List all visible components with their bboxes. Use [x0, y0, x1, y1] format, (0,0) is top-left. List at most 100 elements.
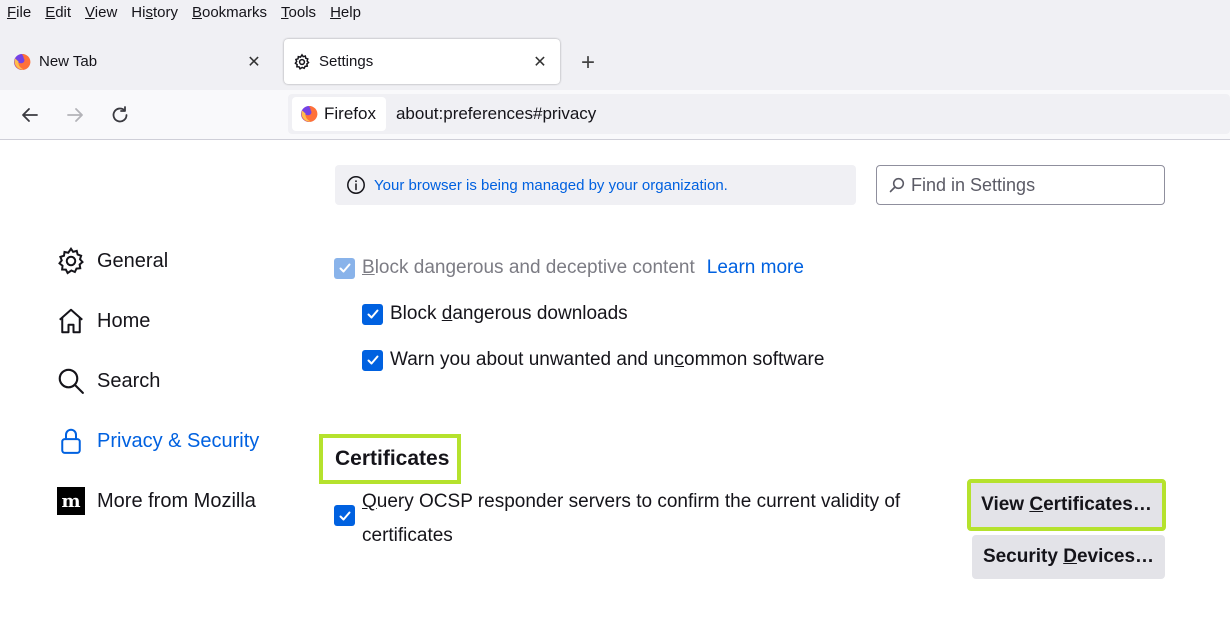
block-deceptive-checkbox[interactable] — [334, 257, 355, 279]
close-icon[interactable]: ✕ — [526, 48, 554, 76]
block-deceptive-key: B — [362, 257, 375, 278]
menu-help-post: elp — [340, 3, 361, 21]
menu-history-pre: Hi — [131, 3, 146, 21]
gear-icon — [293, 53, 311, 71]
warn-unwanted-pre: Warn you about unwanted and un — [390, 349, 675, 370]
block-downloads-row: Block dangerous downloads — [362, 299, 628, 329]
sidebar-item-search[interactable]: Search — [55, 361, 160, 401]
menu-view[interactable]: View — [85, 4, 117, 21]
tab-new-tab-label: New Tab — [39, 53, 98, 70]
back-button[interactable] — [15, 100, 45, 130]
block-downloads-key: d — [441, 303, 453, 324]
reload-button[interactable] — [105, 100, 135, 130]
mozilla-icon: m — [55, 485, 87, 517]
tab-strip: New Tab ✕ Settings ✕ + — [0, 24, 1230, 90]
url-bar[interactable]: Firefox about:preferences#privacy — [288, 94, 1230, 134]
menu-bookmarks[interactable]: Bookmarks — [192, 4, 267, 21]
sidebar-item-label: General — [97, 249, 169, 272]
sidebar-item-privacy-security[interactable]: Privacy & Security — [55, 421, 259, 461]
policy-text: Your browser is being managed by your or… — [374, 176, 728, 194]
sidebar-item-more-from-mozilla[interactable]: m More from Mozilla — [55, 481, 256, 521]
tab-new-tab[interactable]: New Tab ✕ — [4, 39, 274, 84]
identity-box[interactable]: Firefox — [292, 97, 386, 131]
view-certificates-post: ertificates… — [1043, 494, 1152, 515]
menu-edit[interactable]: Edit — [45, 4, 71, 21]
block-downloads-label: Block dangerous downloads — [390, 303, 628, 325]
security-devices-key: D — [1063, 546, 1077, 567]
security-devices-post: evices… — [1076, 546, 1155, 567]
arrow-right-icon — [65, 105, 85, 125]
block-deceptive-row: Block dangerous and deceptive content Le… — [334, 253, 804, 283]
close-icon[interactable]: ✕ — [240, 48, 268, 76]
certificates-heading-highlight: Certificates — [319, 434, 461, 484]
menu-tools[interactable]: Tools — [281, 4, 316, 21]
view-certificates-key: C — [1029, 494, 1044, 515]
menu-tools-post: ools — [288, 3, 317, 21]
menu-file[interactable]: File — [7, 4, 31, 21]
new-tab-button[interactable]: + — [574, 49, 602, 77]
home-icon — [55, 305, 87, 337]
menu-view-post: iew — [94, 3, 118, 21]
menu-bookmarks-key: B — [191, 3, 202, 21]
warn-unwanted-post: ommon software — [684, 349, 825, 370]
search-placeholder: Find in Settings — [911, 174, 1036, 195]
warn-unwanted-row: Warn you about unwanted and uncommon sof… — [362, 345, 824, 375]
identity-label: Firefox — [324, 104, 376, 123]
ocsp-key: Q — [362, 491, 377, 512]
certificates-heading: Certificates — [335, 447, 450, 470]
menu-file-post: ile — [16, 3, 32, 21]
search-input[interactable]: Find in Settings — [876, 165, 1165, 205]
firefox-icon — [13, 53, 31, 71]
ocsp-label: Query OCSP responder servers to confirm … — [362, 485, 922, 553]
learn-more-link[interactable]: Learn more — [707, 257, 804, 279]
menu-history-post: tory — [152, 3, 178, 21]
block-deceptive-post: lock dangerous and deceptive content — [374, 257, 695, 278]
sidebar-item-label: More from Mozilla — [97, 489, 256, 512]
sidebar-item-label: Search — [97, 369, 161, 392]
sidebar-item-general[interactable]: General — [55, 241, 168, 281]
search-icon — [889, 177, 905, 193]
arrow-left-icon — [20, 105, 40, 125]
forward-button[interactable] — [60, 100, 90, 130]
menu-file-key: F — [7, 3, 17, 21]
security-devices-pre: Security — [982, 546, 1064, 567]
info-icon — [346, 175, 366, 195]
menu-help-key: H — [330, 3, 341, 21]
security-devices-button[interactable]: Security Devices… — [972, 535, 1165, 579]
ocsp-post: uery OCSP responder servers to confirm t… — [362, 491, 901, 546]
menu-bar: File Edit View History Bookmarks Tools H… — [0, 0, 1230, 24]
ocsp-checkbox[interactable] — [334, 505, 355, 526]
url-text[interactable]: about:preferences#privacy — [396, 104, 596, 124]
menu-edit-post: dit — [55, 3, 72, 21]
menu-tools-key: T — [281, 3, 289, 21]
menu-edit-key: E — [45, 3, 56, 21]
warn-unwanted-key: c — [674, 349, 685, 370]
menu-history[interactable]: History — [131, 4, 178, 21]
policy-notice[interactable]: Your browser is being managed by your or… — [335, 165, 856, 205]
nav-bar: Firefox about:preferences#privacy — [0, 90, 1230, 140]
reload-icon — [110, 105, 130, 125]
block-downloads-pre: Block — [390, 303, 442, 324]
tab-settings-label: Settings — [319, 53, 374, 70]
menu-view-key: V — [85, 3, 95, 21]
tab-settings[interactable]: Settings ✕ — [284, 39, 560, 84]
svg-text:m: m — [61, 491, 80, 512]
view-certificates-button[interactable]: View Certificates… — [967, 479, 1166, 531]
block-downloads-checkbox[interactable] — [362, 303, 383, 325]
search-icon — [55, 365, 87, 397]
warn-unwanted-checkbox[interactable] — [362, 349, 383, 371]
block-downloads-post: angerous downloads — [452, 303, 628, 324]
gear-icon — [55, 245, 87, 277]
menu-help[interactable]: Help — [330, 4, 361, 21]
sidebar-item-label: Home — [97, 309, 151, 332]
menu-history-key: s — [145, 3, 153, 21]
firefox-icon — [300, 105, 318, 123]
settings-content: Your browser is being managed by your or… — [0, 141, 1230, 640]
view-certificates-pre: View — [981, 494, 1030, 515]
block-deceptive-label: Block dangerous and deceptive content — [362, 257, 695, 279]
warn-unwanted-label: Warn you about unwanted and uncommon sof… — [390, 349, 824, 371]
sidebar-item-home[interactable]: Home — [55, 301, 150, 341]
sidebar-item-label: Privacy & Security — [97, 429, 260, 452]
menu-bookmarks-post: ookmarks — [202, 3, 268, 21]
lock-icon — [55, 425, 87, 457]
